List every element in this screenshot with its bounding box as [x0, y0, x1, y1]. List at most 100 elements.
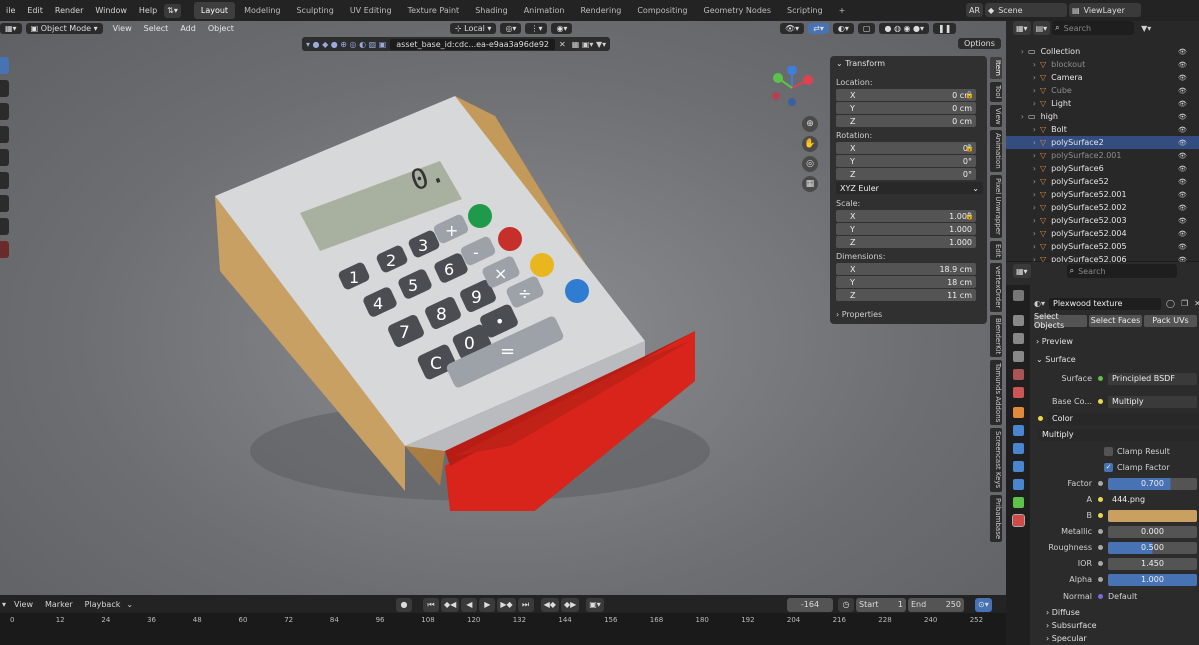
measure-tool-icon[interactable] — [0, 218, 9, 235]
surface-shader-field[interactable]: Principled BSDF — [1108, 372, 1197, 385]
dimensions-y-field[interactable]: Y 18 cm — [836, 276, 976, 288]
pause-icon[interactable]: ❚❚ — [933, 22, 957, 34]
expand-chevron-icon[interactable]: › — [1006, 177, 1040, 186]
close-icon[interactable]: ✕ — [1194, 299, 1199, 308]
expand-chevron-icon[interactable]: › — [1006, 99, 1040, 108]
props-search[interactable]: ⌕ Search — [1066, 264, 1177, 278]
subsurface-panel-header[interactable]: › Subsurface — [1046, 621, 1097, 630]
add-workspace-button[interactable]: + — [832, 2, 853, 19]
asset-id-field[interactable]: asset_base_id:cdc...ea-e9aa3a96de92 — [390, 38, 556, 50]
keyframe-next-icon[interactable]: ◆▶ — [560, 597, 580, 612]
visibility-eye-icon[interactable]: 👁 — [1178, 152, 1187, 160]
clock-icon[interactable]: ◷ — [838, 597, 854, 612]
lock-icon[interactable]: 🔒 — [965, 91, 974, 99]
editor-type-button[interactable]: ⇅▾ — [164, 3, 181, 18]
preview-panel-header[interactable]: › Preview — [1036, 337, 1073, 346]
transform-header[interactable]: ⌄ Transform — [836, 59, 885, 68]
visibility-eye-icon[interactable]: 👁 — [1178, 243, 1187, 251]
object-tab-icon[interactable] — [1013, 407, 1024, 418]
editor-icon[interactable]: ▾ — [0, 600, 8, 609]
surface-panel-header[interactable]: ⌄ Surface — [1036, 355, 1076, 364]
perspective-grid-icon[interactable]: ▦ — [802, 176, 818, 192]
expand-chevron-icon[interactable]: › — [1006, 60, 1040, 69]
rotation-x-field[interactable]: X 0° — [836, 142, 976, 154]
filter-icons[interactable]: ▦ ▣▾ ▼▾ — [572, 40, 606, 49]
timeline-menu-marker[interactable]: Marker — [39, 594, 79, 615]
record-icon[interactable]: ● — [396, 597, 412, 612]
expand-chevron-icon[interactable]: › — [1006, 73, 1040, 82]
normal-value[interactable]: Default — [1108, 592, 1137, 601]
outliner-search[interactable]: ⌕ Search — [1052, 21, 1135, 35]
menu-render[interactable]: Render — [49, 0, 89, 21]
add-cube-tool-icon[interactable] — [0, 241, 9, 258]
outliner-row[interactable]: › ▭ high 👁 — [1006, 110, 1199, 123]
visibility-eye-icon[interactable]: 👁 — [1178, 126, 1187, 134]
keying-set-icon[interactable]: ▣▾ — [586, 597, 604, 612]
tab-pribambase[interactable]: Pribambase — [990, 494, 1002, 542]
tab-modeling[interactable]: Modeling — [237, 2, 287, 19]
filter-icon[interactable]: ▼▾ — [1141, 24, 1151, 33]
end-frame-field[interactable]: End 250 — [908, 597, 964, 612]
particles-tab-icon[interactable] — [1013, 443, 1024, 454]
next-key-icon[interactable]: ▶◆ — [497, 597, 516, 612]
pan-hand-icon[interactable]: ✋ — [802, 136, 818, 152]
select-faces-button[interactable]: Select Faces — [1089, 314, 1142, 327]
close-icon[interactable]: ✕ — [559, 40, 566, 49]
rotate-tool-icon[interactable] — [0, 126, 9, 143]
calculator-model[interactable]: 0. 1 2 3 4 5 6 7 8 9 0 C + - × ÷ • = — [200, 91, 720, 511]
tab-rendering[interactable]: Rendering — [573, 2, 628, 19]
scale-tool-icon[interactable] — [0, 149, 9, 166]
visibility-eye-icon[interactable]: 👁 — [1178, 74, 1187, 82]
rotation-z-field[interactable]: Z 0° — [836, 168, 976, 180]
location-x-field[interactable]: X0 cm — [836, 89, 976, 101]
roughness-slider[interactable]: 0.500 — [1108, 541, 1197, 554]
timeline-ruler[interactable]: 0 12 24 36 48 60 72 84 96 108 120 132 144 156 168 180 19… — [0, 613, 1006, 645]
tab-blenderkit[interactable]: BlenderKit — [990, 314, 1002, 358]
scale-y-field[interactable]: Y 1.000 — [836, 223, 976, 235]
orientation-dropdown[interactable]: ⊹ Local ▾ — [449, 22, 497, 34]
jump-end-icon[interactable]: ⏭ — [517, 597, 534, 612]
outliner-row[interactable]: › ▽ polySurface52 👁 — [1006, 175, 1199, 188]
outliner-row[interactable]: › ▽ polySurface52.005 👁 — [1006, 240, 1199, 253]
navigation-gizmo[interactable] — [770, 66, 820, 116]
visibility-eye-icon[interactable]: 👁 — [1178, 113, 1187, 121]
diffuse-panel-header[interactable]: › Diffuse — [1046, 608, 1080, 617]
dimensions-z-field[interactable]: Z 11 cm — [836, 289, 976, 301]
fake-user-icon[interactable]: ◯ — [1166, 299, 1175, 308]
tab-animation-side[interactable]: Animation — [990, 130, 1002, 172]
visibility-eye-icon[interactable]: 👁 — [1178, 204, 1187, 212]
location-y-field[interactable]: Y 0 cm — [836, 102, 976, 114]
visibility-eye-icon[interactable]: 👁 — [1178, 48, 1187, 56]
options-button[interactable]: Options — [958, 38, 1001, 49]
expand-chevron-icon[interactable]: › — [1006, 164, 1040, 173]
data-tab-icon[interactable] — [1013, 497, 1024, 508]
visibility-eye-icon[interactable]: 👁 — [1178, 139, 1187, 147]
visibility-eye-icon[interactable]: 👁 — [1178, 191, 1187, 199]
outliner-row[interactable]: › ▽ Camera 👁 — [1006, 71, 1199, 84]
tool-tab-icon[interactable] — [1013, 290, 1024, 301]
keyframe-prev-icon[interactable]: ◀◆ — [540, 597, 559, 612]
tab-pixel-unwrapper[interactable]: Pixel Unwrapper — [990, 174, 1002, 238]
tab-geometry-nodes[interactable]: Geometry Nodes — [697, 2, 778, 19]
rotation-y-field[interactable]: Y 0° — [836, 155, 976, 167]
scale-z-field[interactable]: Z 1.000 — [836, 236, 976, 248]
factor-slider[interactable]: 0.700 — [1108, 477, 1197, 490]
shading-modes-icon[interactable]: ● ◍ ◉ ●▾ — [879, 22, 930, 34]
world-tab-icon[interactable] — [1013, 387, 1024, 398]
outliner-row[interactable]: › ▽ blockout 👁 — [1006, 58, 1199, 71]
scene-selector[interactable]: ◆ Scene — [985, 3, 1068, 17]
visibility-eye-icon[interactable]: 👁 — [1178, 87, 1187, 95]
visibility-eye-icon[interactable]: 👁 — [1178, 100, 1187, 108]
clamp-result-checkbox[interactable] — [1104, 447, 1113, 456]
tab-screencast-keys[interactable]: Screencast Keys — [990, 428, 1002, 492]
visibility-eye-icon[interactable]: 👁 — [1178, 217, 1187, 225]
menu-view[interactable]: View — [107, 24, 138, 33]
gizmo-icon[interactable]: ⇄▾ — [808, 22, 829, 34]
rotation-mode-dropdown[interactable]: XYZ Euler ⌄ — [836, 182, 983, 194]
tab-edit[interactable]: Edit — [990, 240, 1002, 261]
expand-chevron-icon[interactable]: › — [1006, 203, 1040, 212]
outliner-row[interactable]: › ▽ polySurface52.004 👁 — [1006, 227, 1199, 240]
tab-compositing[interactable]: Compositing — [630, 2, 694, 19]
outliner-row[interactable]: › ▽ polySurface52.002 👁 — [1006, 201, 1199, 214]
mode-dropdown[interactable]: ▣ Object Mode ▾ — [25, 22, 103, 34]
